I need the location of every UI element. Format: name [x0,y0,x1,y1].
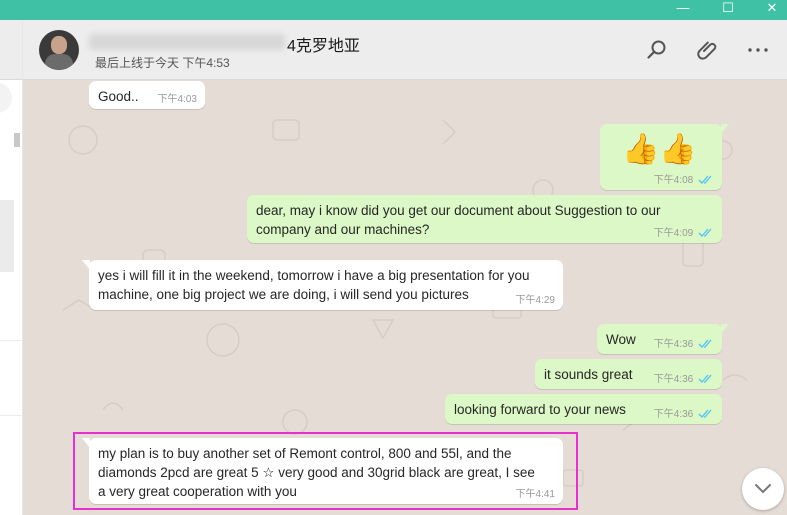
message-text: looking forward to your news [454,402,626,417]
message-meta: 下午4:09 [654,228,714,240]
message-bubble-incoming[interactable]: yes i will fill it in the weekend, tomor… [82,260,563,310]
chat-list-pane [0,20,23,515]
conversation-header: 4克罗地亚 最后上线于今天 下午4:53 [23,20,787,80]
minimize-button[interactable]: — [663,0,703,20]
window-titlebar: — ☐ ✕ [0,0,787,20]
highlight-box [73,432,578,510]
message-bubble-outgoing[interactable]: Wow 下午4:36 [597,324,729,354]
more-options-icon[interactable] [746,38,770,62]
chat-list-search[interactable] [0,83,12,113]
read-ticks-icon [698,339,712,349]
read-ticks-icon [698,374,712,384]
message-bubble-outgoing[interactable]: dear, may i know did you get our documen… [247,195,722,243]
message-bubble-outgoing[interactable]: it sounds great 下午4:36 [535,359,722,389]
bubble-tail [721,324,729,334]
read-ticks-icon [698,409,712,419]
chevron-down-icon [754,482,772,501]
chat-list-item-selected[interactable] [0,200,14,272]
read-ticks-icon [698,228,712,238]
last-seen-status: 最后上线于今天 下午4:53 [95,56,230,70]
chat-list-divider [0,340,22,341]
bubble-tail [82,260,90,270]
attach-icon[interactable] [696,38,720,62]
avatar-body-shape [45,54,73,70]
message-line: yes i will fill it in the weekend, tomor… [98,268,530,283]
message-time: 下午4:09 [653,228,694,239]
message-bubble-outgoing[interactable]: looking forward to your news 下午4:36 [445,394,722,424]
message-time: 下午4:03 [157,94,197,105]
chat-list-header [0,20,22,80]
message-time: 下午4:08 [653,175,694,186]
avatar-face-shape [51,36,67,54]
contact-name-redacted [89,34,285,50]
message-meta: 下午4:36 [654,409,714,421]
message-time: 下午4:36 [653,339,694,350]
message-text: yes i will fill it in the weekend, tomor… [98,266,529,304]
message-meta: 下午4:08 [654,175,714,187]
message-bubble-outgoing[interactable]: 👍👍 下午4:08 [600,124,729,190]
message-line: dear, may i know did you get our documen… [256,203,661,218]
bubble-tail [721,124,729,134]
search-icon[interactable] [645,38,669,62]
message-time: 下午4:36 [653,374,694,385]
message-text-emoji: 👍👍 [622,133,697,166]
message-text: dear, may i know did you get our documen… [256,201,661,239]
scroll-to-bottom-button[interactable] [742,468,784,510]
contact-name[interactable]: 4克罗地亚 [287,32,360,56]
message-line: machine, one big project we are doing, i… [98,287,469,302]
message-line: company and our machines? [256,222,430,237]
message-time: 下午4:36 [653,409,694,420]
maximize-button[interactable]: ☐ [708,0,748,20]
read-ticks-icon [698,175,712,185]
conversation-panel[interactable]: Good.. 下午4:03 👍👍 下午4:08 dear, may i know… [23,80,787,515]
message-text: it sounds great [544,367,633,382]
chat-list-divider [0,415,22,416]
message-bubble-incoming[interactable]: Good.. 下午4:03 [89,81,205,109]
message-time: 下午4:29 [515,295,555,306]
message-meta: 下午4:36 [654,339,714,351]
message-text: Good.. [98,89,139,104]
message-text: Wow [606,332,636,347]
message-meta: 下午4:36 [654,374,714,386]
close-button[interactable]: ✕ [752,0,787,20]
chat-list-scrollbar[interactable] [14,133,20,147]
contact-avatar[interactable] [39,30,79,70]
